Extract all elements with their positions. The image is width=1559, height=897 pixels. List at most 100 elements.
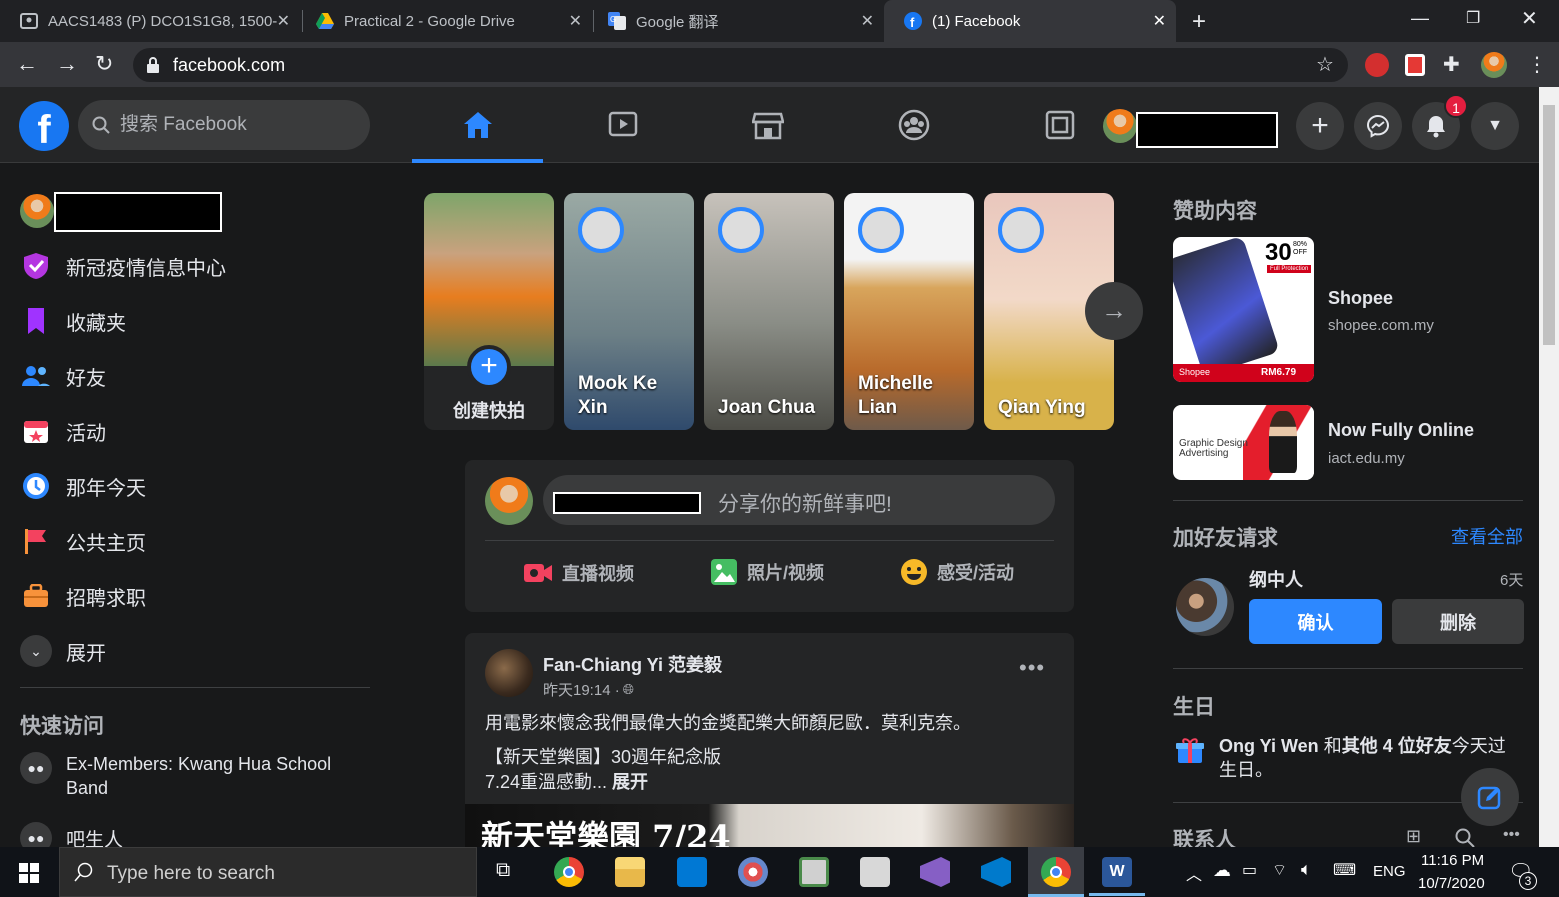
visual-studio-icon[interactable] — [920, 857, 950, 887]
more-options-icon[interactable]: ••• — [1019, 655, 1045, 681]
menu-kebab-icon[interactable]: ⋮ — [1527, 52, 1547, 77]
birthday-others[interactable]: 其他 4 位好友 — [1342, 736, 1452, 756]
live-video-button[interactable]: 直播视频 — [523, 560, 634, 586]
story-card[interactable]: Joan Chua — [704, 193, 834, 430]
sidebar-item-jobs[interactable]: 招聘求职 — [20, 576, 146, 616]
keyboard-icon[interactable]: ⌨ — [1333, 860, 1356, 880]
profile-avatar[interactable] — [1103, 109, 1137, 143]
birthday-person[interactable]: Ong Yi Wen — [1219, 736, 1319, 756]
nav-groups[interactable] — [864, 97, 964, 153]
taskbar-search-input[interactable]: Type here to search — [59, 847, 477, 897]
story-card[interactable]: Mook Ke Xin — [564, 193, 694, 430]
requester-name[interactable]: 纲中人 — [1249, 566, 1303, 592]
browser-tab[interactable]: G Google 翻译 ✕ — [588, 0, 884, 42]
sidebar-item-memories[interactable]: 那年今天 — [20, 466, 146, 506]
post-image[interactable]: 新天堂樂園 7/24 — [465, 804, 1074, 847]
story-card[interactable]: Michelle Lian — [844, 193, 974, 430]
clock-time[interactable]: 11:16 PM — [1421, 852, 1484, 869]
forward-icon[interactable]: → — [56, 51, 78, 77]
back-icon[interactable]: ← — [16, 51, 38, 77]
close-window-icon[interactable]: ✕ — [1521, 6, 1538, 31]
post-author[interactable]: Fan-Chiang Yi 范姜毅 — [543, 651, 722, 677]
sidebar-item-saved[interactable]: 收藏夹 — [20, 301, 126, 341]
app-icon[interactable] — [799, 857, 829, 887]
scrollbar[interactable] — [1539, 87, 1559, 847]
nav-gaming[interactable] — [1010, 97, 1110, 153]
profile-avatar[interactable] — [1481, 52, 1507, 78]
composer-input[interactable]: 分享你的新鲜事吧! — [543, 475, 1055, 525]
chrome-taskbar-active[interactable] — [1028, 847, 1084, 897]
word-icon[interactable]: W — [1102, 857, 1132, 887]
facebook-icon: f — [904, 12, 922, 30]
search-icon[interactable] — [1455, 828, 1475, 848]
feeling-activity-button[interactable]: 感受/活动 — [900, 558, 1014, 586]
messenger-button[interactable] — [1354, 102, 1402, 150]
delete-button[interactable]: 删除 — [1392, 599, 1524, 644]
post-time[interactable]: 昨天19:14 · — [543, 679, 620, 700]
sidebar-item-pages[interactable]: 公共主页 — [20, 521, 146, 561]
more-options-icon[interactable]: ••• — [1503, 826, 1520, 844]
author-avatar[interactable] — [485, 649, 533, 697]
account-menu-button[interactable]: ▼ — [1471, 102, 1519, 150]
profile-avatar[interactable] — [485, 477, 533, 525]
stories-next-arrow-icon[interactable]: → — [1085, 282, 1143, 340]
profile-avatar[interactable] — [20, 194, 54, 228]
app-icon[interactable] — [860, 857, 890, 887]
ad-item[interactable]: 30 80% OFF Full Protection Shopee RM6.79… — [1173, 237, 1523, 382]
divider — [1173, 500, 1523, 501]
sidebar-item-covid[interactable]: 新冠疫情信息中心 — [20, 246, 226, 286]
star-icon[interactable]: ☆ — [1316, 52, 1334, 77]
create-story-card[interactable]: + 创建快拍 — [424, 193, 554, 430]
close-icon[interactable]: ✕ — [1153, 11, 1166, 31]
puzzle-icon[interactable]: ✚ — [1443, 52, 1460, 77]
paint-icon[interactable] — [738, 857, 768, 887]
extension-icon[interactable] — [1365, 53, 1389, 77]
vscode-icon[interactable] — [981, 857, 1011, 887]
confirm-button[interactable]: 确认 — [1249, 599, 1382, 644]
file-explorer-icon[interactable] — [615, 857, 645, 887]
create-button[interactable]: + — [1296, 102, 1344, 150]
restore-icon[interactable]: ❐ — [1466, 8, 1480, 28]
requester-avatar[interactable] — [1176, 578, 1234, 636]
browser-tab[interactable]: Practical 2 - Google Drive ✕ — [296, 0, 592, 42]
wifi-icon[interactable]: ⌔ — [1272, 860, 1287, 880]
pocket-extension-icon[interactable] — [1405, 54, 1425, 76]
mail-icon[interactable] — [677, 857, 707, 887]
sidebar-item-events[interactable]: 活动 — [20, 411, 106, 451]
new-tab-icon[interactable]: + — [1192, 8, 1206, 36]
reload-icon[interactable]: ↻ — [95, 51, 113, 77]
clock-date[interactable]: 10/7/2020 — [1418, 875, 1485, 892]
new-room-icon[interactable]: ⊞ — [1406, 826, 1421, 847]
new-message-button[interactable] — [1461, 768, 1519, 826]
nav-home[interactable] — [428, 97, 528, 153]
volume-icon[interactable]: 🔈︎ — [1301, 859, 1312, 880]
browser-tab-active[interactable]: f (1) Facebook ✕ — [884, 0, 1176, 42]
sidebar-item-friends[interactable]: 好友 — [20, 356, 106, 396]
nav-marketplace[interactable] — [718, 97, 818, 153]
friends-icon — [20, 360, 52, 392]
close-icon[interactable]: ✕ — [277, 11, 290, 31]
sidebar-item-see-more[interactable]: ⌄ 展开 — [20, 631, 106, 671]
search-input[interactable]: 搜索 Facebook — [78, 100, 370, 150]
ad-item[interactable]: Graphic Design Advertising Now Fully Onl… — [1173, 405, 1523, 480]
language-indicator[interactable]: ENG — [1373, 863, 1406, 880]
minimize-icon[interactable]: — — [1411, 8, 1429, 29]
see-more-link[interactable]: 展开 — [612, 772, 648, 792]
browser-tab[interactable]: AACS1483 (P) DCO1S1G8, 1500- ✕ — [0, 0, 300, 42]
chrome-taskbar-icon[interactable] — [554, 857, 584, 887]
address-bar[interactable]: facebook.com ☆ — [133, 48, 1348, 82]
task-view-icon[interactable]: ⧉ — [496, 859, 510, 882]
shortcut-item[interactable]: ●● Ex-Members: Kwang Hua School Band — [20, 752, 360, 800]
windows-start-icon[interactable] — [19, 863, 39, 883]
close-icon[interactable]: ✕ — [569, 11, 582, 31]
request-age: 6天 — [1500, 572, 1524, 589]
cloud-icon[interactable]: ☁ — [1213, 860, 1231, 881]
scrollbar-thumb[interactable] — [1543, 105, 1555, 345]
close-icon[interactable]: ✕ — [861, 11, 874, 31]
battery-icon[interactable]: ▭ — [1242, 860, 1257, 880]
facebook-logo[interactable]: f — [19, 101, 69, 152]
photo-video-button[interactable]: 照片/视频 — [710, 558, 824, 586]
chevron-up-icon[interactable]: ︿ — [1186, 861, 1202, 885]
see-all-link[interactable]: 查看全部 — [1451, 523, 1523, 549]
nav-watch[interactable] — [573, 97, 673, 153]
